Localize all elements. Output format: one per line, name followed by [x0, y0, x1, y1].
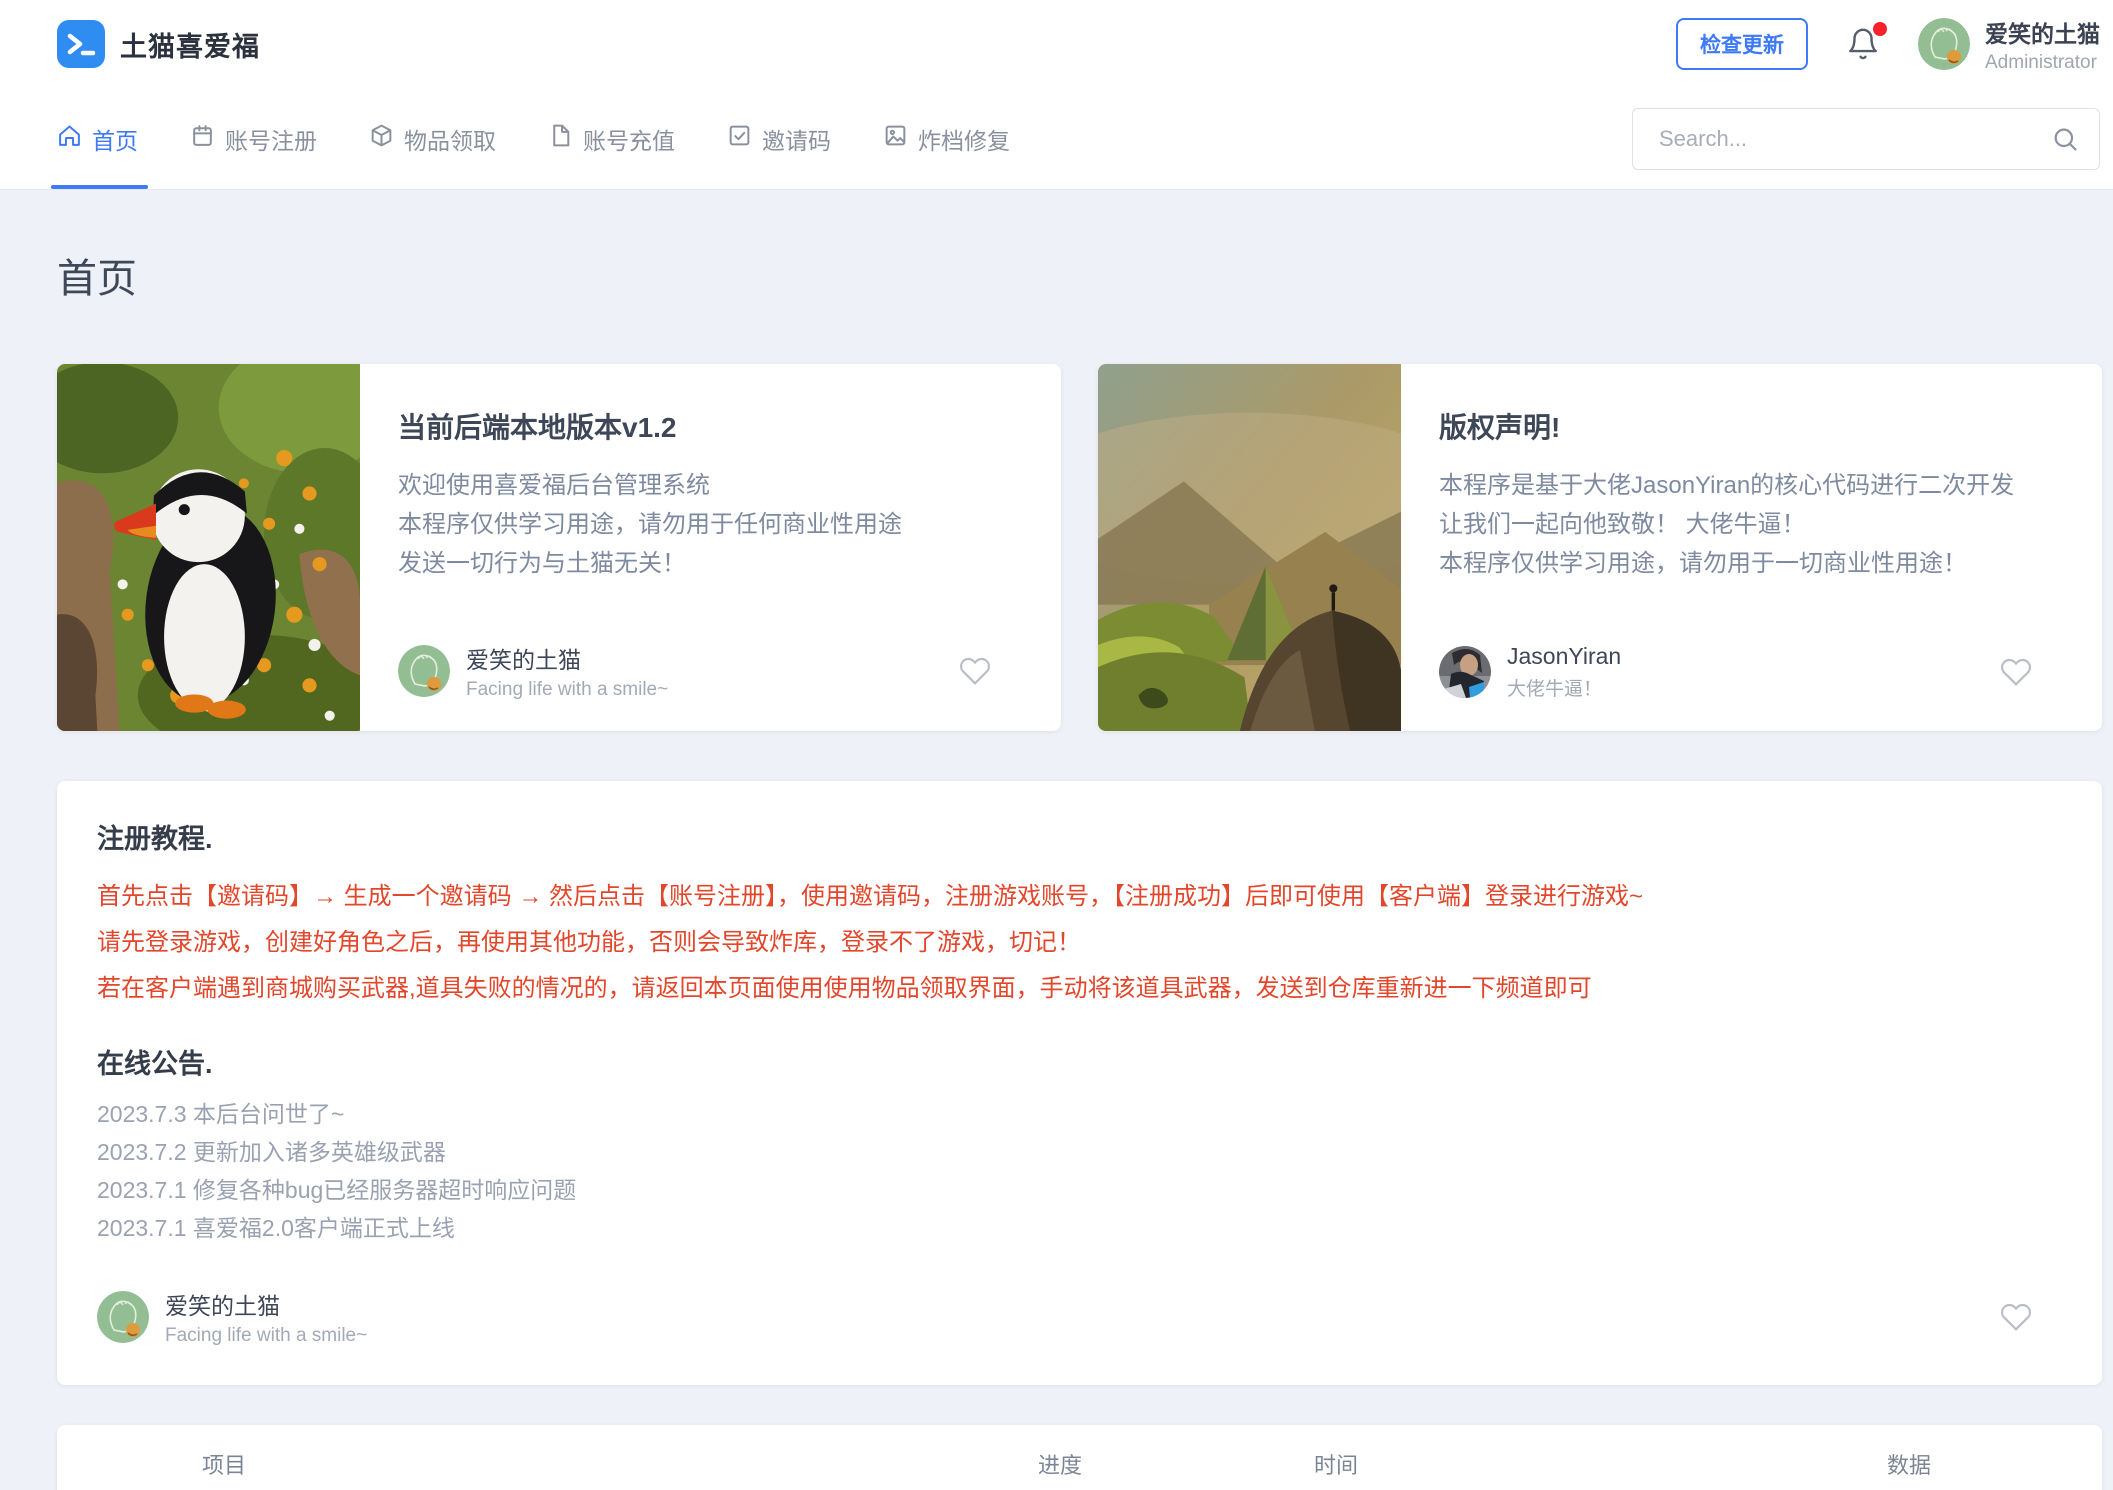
mountain-photo — [1098, 364, 1401, 731]
nav-item-account-recharge[interactable]: 账号充值 — [548, 88, 675, 189]
brand-title: 土猫喜爱福 — [120, 25, 260, 64]
calendar-icon — [190, 123, 215, 154]
app-window: 土猫喜爱福 检查更新 — [0, 0, 2113, 1490]
cube-icon — [369, 123, 394, 154]
nav-item-label: 邀请码 — [762, 122, 831, 156]
author-name: 爱笑的土猫 — [165, 1287, 367, 1321]
app-header: 土猫喜爱福 检查更新 — [0, 0, 2113, 88]
nav-item-home[interactable]: 首页 — [57, 88, 138, 189]
user-role: Administrator — [1985, 52, 2100, 74]
author-name: JasonYiran — [1507, 643, 1621, 670]
notice-card: 注册教程. 首先点击【邀请码】→ 生成一个邀请码 → 然后点击【账号注册】，使用… — [57, 781, 2102, 1385]
nav-item-label: 首页 — [92, 122, 138, 156]
search-box — [1632, 108, 2100, 170]
author-subtitle: 大佬牛逼！ — [1507, 674, 1621, 701]
table-header-project: 项目 — [202, 1448, 246, 1480]
heart-icon[interactable] — [2000, 656, 2032, 688]
announcement-line: 2023.7.2 更新加入诸多英雄级武器 — [97, 1133, 2062, 1171]
nav-item-invite-code[interactable]: 邀请码 — [727, 88, 831, 189]
page-title: 首页 — [57, 246, 2102, 304]
terminal-logo-icon — [57, 20, 105, 68]
user-avatar — [1918, 18, 1970, 70]
search-icon[interactable] — [2051, 125, 2079, 153]
tutorial-line: 请先登录游戏，创建好角色之后，再使用其他功能，否则会导致炸库，登录不了游戏，切记… — [97, 920, 2062, 966]
nav-item-label: 账号充值 — [583, 122, 675, 156]
check-square-icon — [727, 123, 752, 154]
author-subtitle: Facing life with a smile~ — [466, 679, 668, 701]
nav-item-item-claim[interactable]: 物品领取 — [369, 88, 496, 189]
nav-item-label: 物品领取 — [404, 122, 496, 156]
data-table: 项目 进度 时间 数据 — [57, 1425, 2102, 1490]
table-header-time: 时间 — [1314, 1448, 1358, 1480]
card-line: 本程序仅供学习用途，请勿用于任何商业性用途 — [398, 505, 1021, 544]
puffin-photo — [57, 364, 360, 731]
tutorial-line: 若在客户端遇到商城购买武器,道具失败的情况的，请返回本页面使用使用物品领取界面，… — [97, 966, 2062, 1012]
announcement-line: 2023.7.3 本后台问世了~ — [97, 1095, 2062, 1133]
check-update-button[interactable]: 检查更新 — [1676, 18, 1808, 70]
document-icon — [548, 123, 573, 154]
image-icon — [883, 123, 908, 154]
card-line: 本程序是基于大佬JasonYiran的核心代码进行二次开发 — [1439, 466, 2062, 505]
announcement-heading: 在线公告. — [97, 1042, 2062, 1081]
notification-dot — [1873, 22, 1887, 36]
author-avatar — [97, 1291, 149, 1343]
heart-icon[interactable] — [2000, 1301, 2032, 1333]
table-header-row: 项目 进度 时间 数据 — [57, 1425, 2102, 1490]
table-header-progress: 进度 — [1038, 1448, 1082, 1480]
author-avatar — [398, 645, 450, 697]
tutorial-line: 首先点击【邀请码】→ 生成一个邀请码 → 然后点击【账号注册】，使用邀请码，注册… — [97, 874, 2062, 920]
announcement-line: 2023.7.1 修复各种bug已经服务器超时响应问题 — [97, 1171, 2062, 1209]
nav-item-archive-repair[interactable]: 炸档修复 — [883, 88, 1010, 189]
announcement-line: 2023.7.1 喜爱福2.0客户端正式上线 — [97, 1209, 2062, 1247]
search-input[interactable] — [1657, 125, 2051, 153]
author-avatar — [1439, 646, 1491, 698]
user-name: 爱笑的土猫 — [1985, 15, 2100, 49]
card-line: 发送一切行为与土猫无关！ — [398, 544, 1021, 583]
nav-item-account-register[interactable]: 账号注册 — [190, 88, 317, 189]
nav-item-label: 账号注册 — [225, 122, 317, 156]
card-line: 让我们一起向他致敬！ 大佬牛逼！ — [1439, 505, 2062, 544]
card-title: 版权声明! — [1439, 406, 2062, 446]
home-icon — [57, 123, 82, 154]
user-menu[interactable]: 爱笑的土猫 Administrator — [1918, 15, 2100, 74]
copyright-card: 版权声明! 本程序是基于大佬JasonYiran的核心代码进行二次开发 让我们一… — [1098, 364, 2102, 731]
card-line: 本程序仅供学习用途，请勿用于一切商业性用途！ — [1439, 544, 2062, 583]
notification-bell-icon[interactable] — [1846, 27, 1880, 61]
author-subtitle: Facing life with a smile~ — [165, 1325, 367, 1347]
tutorial-heading: 注册教程. — [97, 817, 2062, 856]
main-nav: 首页 账号注册 物品领取 账号充值 — [0, 88, 2113, 190]
table-header-data: 数据 — [1887, 1448, 1931, 1480]
card-title: 当前后端本地版本v1.2 — [398, 406, 1021, 446]
version-card: 当前后端本地版本v1.2 欢迎使用喜爱福后台管理系统 本程序仅供学习用途，请勿用… — [57, 364, 1061, 731]
nav-item-label: 炸档修复 — [918, 122, 1010, 156]
author-name: 爱笑的土猫 — [466, 641, 668, 675]
card-line: 欢迎使用喜爱福后台管理系统 — [398, 466, 1021, 505]
heart-icon[interactable] — [959, 655, 991, 687]
brand[interactable]: 土猫喜爱福 — [57, 20, 260, 68]
